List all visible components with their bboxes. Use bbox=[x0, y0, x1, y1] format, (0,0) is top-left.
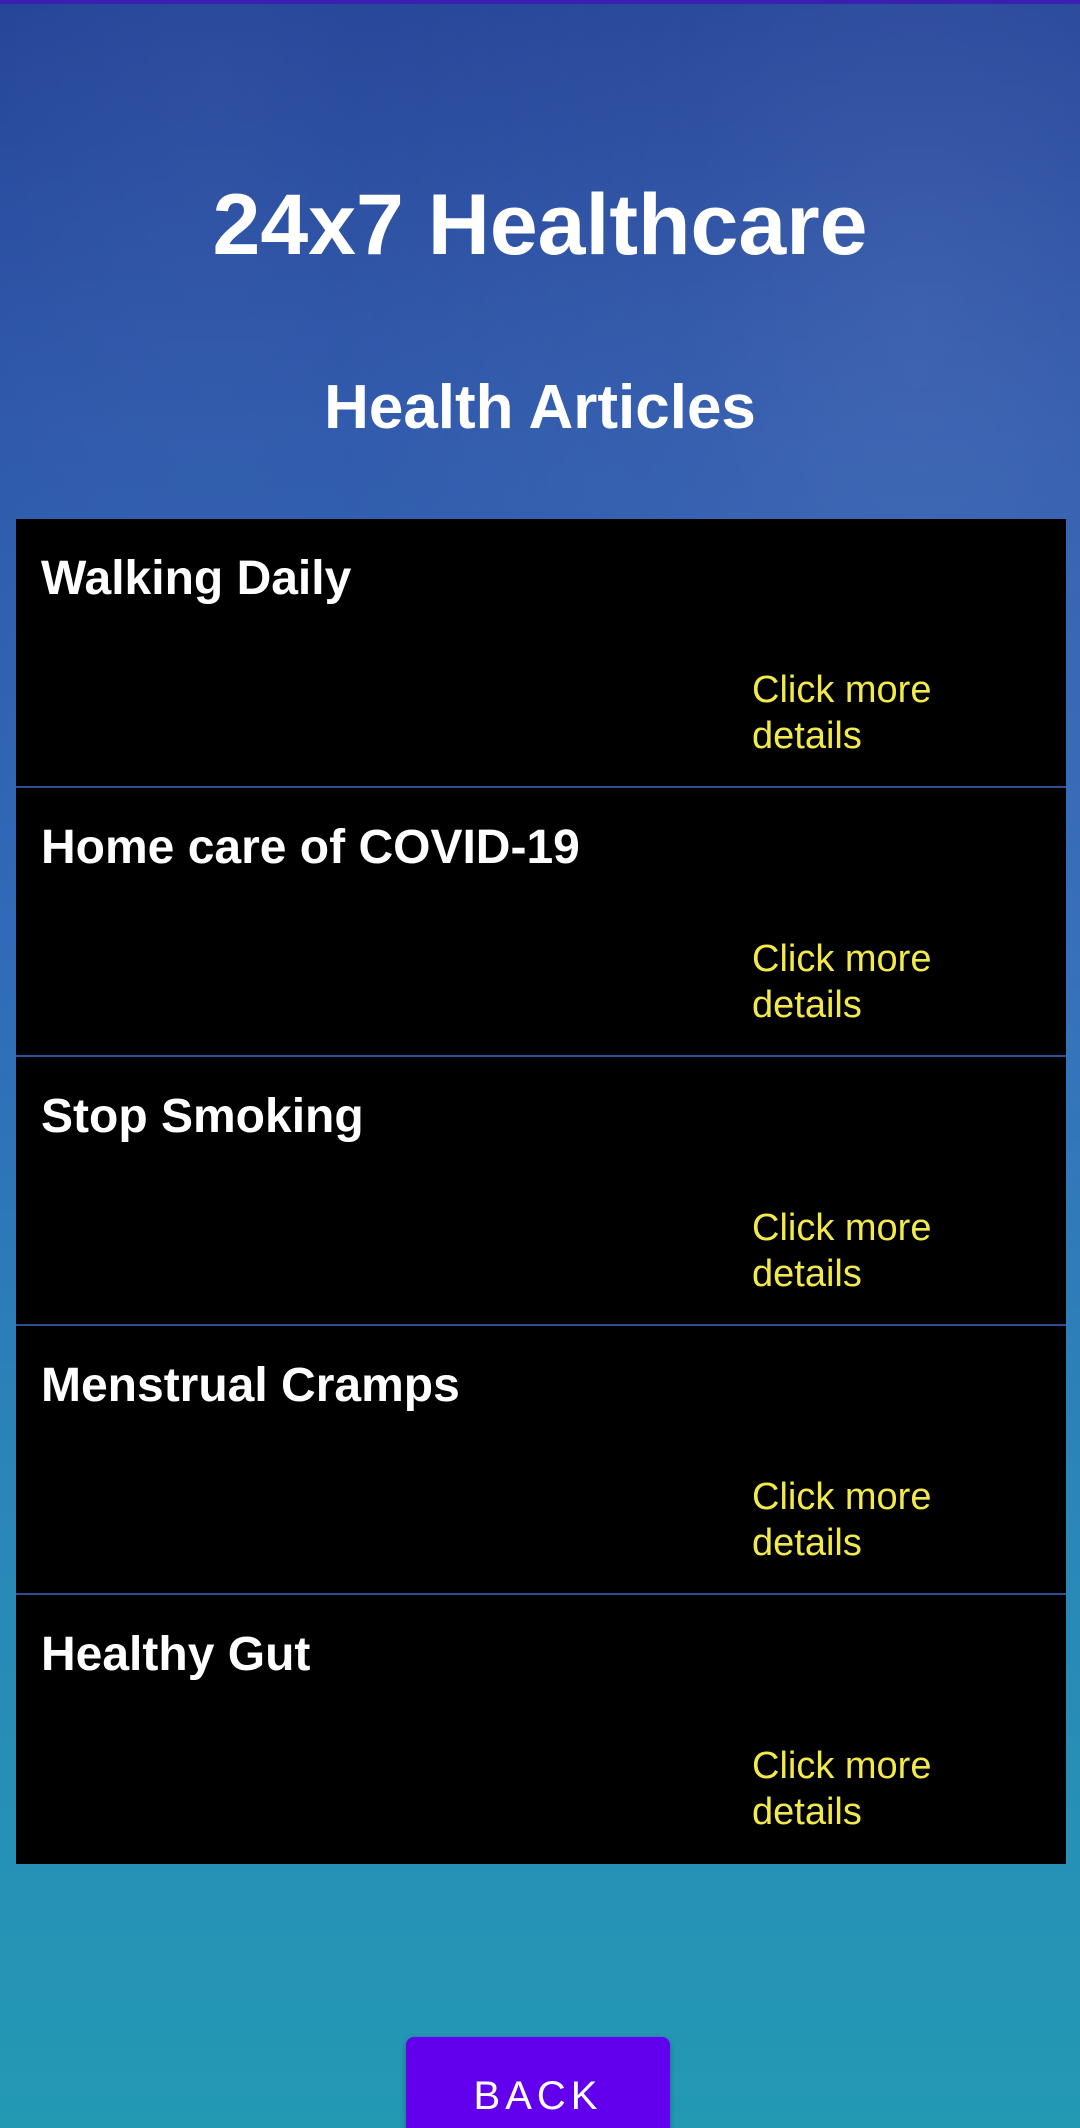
more-details-link[interactable]: Click more details bbox=[752, 1474, 992, 1566]
article-title: Walking Daily bbox=[41, 552, 352, 605]
list-item[interactable]: Home care of COVID-19 Click more details bbox=[16, 788, 1066, 1057]
list-item[interactable]: Walking Daily Click more details bbox=[16, 519, 1066, 788]
articles-list: Walking Daily Click more details Home ca… bbox=[16, 519, 1066, 1864]
more-details-link[interactable]: Click more details bbox=[752, 936, 992, 1028]
article-title: Stop Smoking bbox=[41, 1090, 364, 1143]
list-item[interactable]: Menstrual Cramps Click more details bbox=[16, 1326, 1066, 1595]
article-title: Menstrual Cramps bbox=[41, 1359, 460, 1412]
article-title: Home care of COVID-19 bbox=[41, 821, 580, 874]
app-title: 24x7 Healthcare bbox=[212, 177, 868, 273]
more-details-link[interactable]: Click more details bbox=[752, 1205, 992, 1297]
more-details-link[interactable]: Click more details bbox=[752, 667, 992, 759]
list-item[interactable]: Healthy Gut Click more details bbox=[16, 1595, 1066, 1864]
back-button[interactable]: BACK bbox=[406, 2037, 670, 2128]
article-title: Healthy Gut bbox=[41, 1628, 311, 1681]
status-strip bbox=[0, 0, 1080, 4]
more-details-link[interactable]: Click more details bbox=[752, 1743, 992, 1835]
page-title: Health Articles bbox=[324, 373, 756, 442]
list-item[interactable]: Stop Smoking Click more details bbox=[16, 1057, 1066, 1326]
